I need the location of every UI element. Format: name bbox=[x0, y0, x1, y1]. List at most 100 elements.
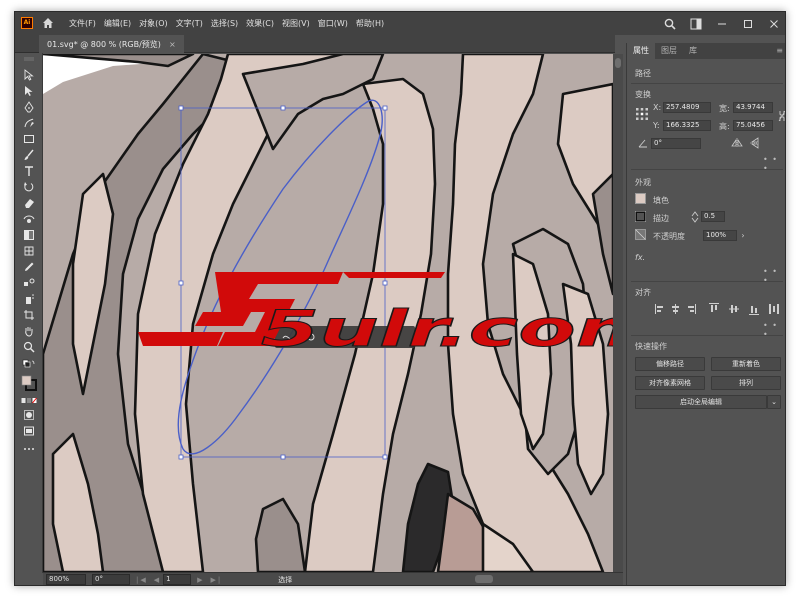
menu-type[interactable]: 文字(T) bbox=[176, 18, 203, 29]
y-label: Y: bbox=[653, 121, 660, 130]
zoom-tool-icon[interactable] bbox=[21, 341, 37, 353]
menu-window[interactable]: 窗口(W) bbox=[318, 18, 348, 29]
selection-tool-icon[interactable] bbox=[21, 69, 37, 81]
prev-artboard-button[interactable]: ◀ bbox=[154, 576, 161, 584]
fill-swatch[interactable] bbox=[635, 193, 646, 204]
curvature-tool-icon[interactable] bbox=[21, 117, 37, 129]
puppet-warp-tool-icon[interactable] bbox=[21, 213, 37, 225]
symbol-sprayer-tool-icon[interactable] bbox=[21, 293, 37, 305]
align-buttons[interactable] bbox=[655, 303, 783, 315]
tab-close-icon[interactable]: × bbox=[169, 40, 176, 49]
stroke-swatch[interactable] bbox=[635, 211, 646, 222]
default-colors-icon[interactable] bbox=[21, 359, 37, 371]
eraser-tool-icon[interactable] bbox=[21, 197, 37, 209]
global-edit-dropdown-icon[interactable]: ⌄ bbox=[767, 395, 781, 409]
hand-tool-icon[interactable] bbox=[21, 325, 37, 337]
document-tab[interactable]: 01.svg* @ 800 % (RGB/预览) × bbox=[39, 35, 184, 53]
appearance-title: 外观 bbox=[635, 178, 651, 187]
height-label: 高: bbox=[719, 122, 730, 131]
appearance-more-options[interactable]: • • • bbox=[763, 267, 785, 285]
drawing-mode-icon[interactable] bbox=[21, 409, 37, 421]
reference-point-icon[interactable] bbox=[635, 107, 649, 121]
divider bbox=[631, 83, 783, 84]
stroke-weight-field[interactable]: 0.5 bbox=[701, 211, 725, 222]
menu-help[interactable]: 帮助(H) bbox=[356, 18, 384, 29]
menu-effect[interactable]: 效果(C) bbox=[246, 18, 274, 29]
vertical-scroll-thumb[interactable] bbox=[615, 58, 621, 68]
offset-path-button[interactable]: 偏移路径 bbox=[635, 357, 705, 371]
next-artboard-button[interactable]: ▶ bbox=[197, 576, 204, 584]
menu-view[interactable]: 视图(V) bbox=[282, 18, 310, 29]
rotate-angle-field[interactable]: 0° bbox=[651, 138, 701, 149]
document-tab-title: 01.svg* @ 800 % (RGB/预览) bbox=[47, 39, 161, 49]
opacity-label: 不透明度 bbox=[653, 232, 685, 241]
blend-tool-icon[interactable] bbox=[21, 277, 37, 289]
panel-menu-icon[interactable]: ≡ bbox=[776, 46, 783, 55]
rotation-field[interactable]: 0° bbox=[92, 574, 130, 585]
gradient-tool-icon[interactable] bbox=[21, 229, 37, 241]
search-icon[interactable] bbox=[663, 17, 677, 31]
recolor-button[interactable]: 重新着色 bbox=[711, 357, 781, 371]
rectangle-tool-icon[interactable] bbox=[21, 133, 37, 145]
height-field[interactable]: 75.0456 bbox=[733, 120, 773, 131]
fill-stroke-swatches-icon[interactable] bbox=[21, 375, 37, 391]
fx-button[interactable]: fx. bbox=[635, 253, 645, 262]
status-bar: 800% 0° |◀ ◀ 1 ▶ ▶| 选择 bbox=[43, 572, 623, 585]
menu-object[interactable]: 对象(O) bbox=[139, 18, 168, 29]
eyedropper-tool-icon[interactable] bbox=[21, 261, 37, 273]
type-tool-icon[interactable] bbox=[21, 165, 37, 177]
opacity-field[interactable]: 100% bbox=[703, 230, 737, 241]
zoom-level-field[interactable]: 800% bbox=[46, 574, 86, 585]
divider bbox=[631, 335, 783, 336]
width-field[interactable]: 43.9744 bbox=[733, 102, 773, 113]
arrange-button[interactable]: 排列 bbox=[711, 376, 781, 390]
mesh-tool-icon[interactable] bbox=[21, 245, 37, 257]
divider bbox=[631, 169, 783, 170]
artboard-tool-icon[interactable] bbox=[21, 309, 37, 321]
fill-label: 填色 bbox=[653, 196, 669, 205]
align-pixel-grid-button[interactable]: 对齐像素网格 bbox=[635, 376, 705, 390]
edit-toolbar-icon[interactable] bbox=[21, 443, 37, 455]
first-artboard-button[interactable]: |◀ bbox=[136, 576, 148, 584]
rotate-tool-icon[interactable] bbox=[21, 181, 37, 193]
screen-mode-icon[interactable] bbox=[21, 425, 37, 437]
quick-actions-title: 快速操作 bbox=[635, 342, 667, 351]
stroke-label: 描边 bbox=[653, 214, 669, 223]
width-label: 宽: bbox=[719, 104, 730, 113]
artboard-canvas[interactable]: 5ulr.com bbox=[43, 54, 613, 572]
align-title: 对齐 bbox=[635, 288, 651, 297]
menu-select[interactable]: 选择(S) bbox=[211, 18, 238, 29]
constrain-proportions-icon[interactable] bbox=[777, 109, 785, 123]
flip-horizontal-icon[interactable] bbox=[731, 137, 743, 149]
pen-tool-icon[interactable] bbox=[21, 101, 37, 113]
start-global-edit-button[interactable]: 启动全局编辑 bbox=[635, 395, 767, 409]
paintbrush-tool-icon[interactable] bbox=[21, 149, 37, 161]
divider bbox=[631, 281, 783, 282]
artboard-number-field[interactable]: 1 bbox=[163, 574, 192, 585]
last-artboard-button[interactable]: ▶| bbox=[211, 576, 223, 584]
close-icon[interactable] bbox=[767, 17, 781, 31]
transform-more-options[interactable]: • • • bbox=[763, 155, 785, 173]
direct-selection-tool-icon[interactable] bbox=[21, 85, 37, 97]
tab-libraries[interactable]: 库 bbox=[683, 43, 703, 59]
vertical-scrollbar[interactable] bbox=[613, 54, 623, 572]
flip-vertical-icon[interactable] bbox=[749, 137, 761, 149]
x-field[interactable]: 257.4809 bbox=[663, 102, 711, 113]
color-mode-icons[interactable] bbox=[21, 395, 37, 407]
y-field[interactable]: 166.3325 bbox=[663, 120, 711, 131]
maximize-icon[interactable] bbox=[741, 17, 755, 31]
watermark-text: 5ulr.com bbox=[261, 300, 613, 358]
tab-layers[interactable]: 图层 bbox=[655, 43, 683, 59]
home-icon[interactable] bbox=[41, 16, 55, 30]
transform-title: 变换 bbox=[635, 90, 651, 99]
align-more-options[interactable]: • • • bbox=[763, 321, 785, 339]
menu-file[interactable]: 文件(F) bbox=[69, 18, 96, 29]
x-label: X: bbox=[653, 103, 662, 112]
minimize-icon[interactable] bbox=[715, 17, 729, 31]
opacity-arrow-icon[interactable]: › bbox=[739, 230, 747, 241]
horizontal-scroll-thumb[interactable] bbox=[475, 575, 493, 583]
stroke-stepper-icon[interactable] bbox=[691, 211, 699, 223]
menu-edit[interactable]: 编辑(E) bbox=[104, 18, 131, 29]
tab-properties[interactable]: 属性 bbox=[627, 43, 655, 59]
workspace-icon[interactable] bbox=[689, 17, 703, 31]
